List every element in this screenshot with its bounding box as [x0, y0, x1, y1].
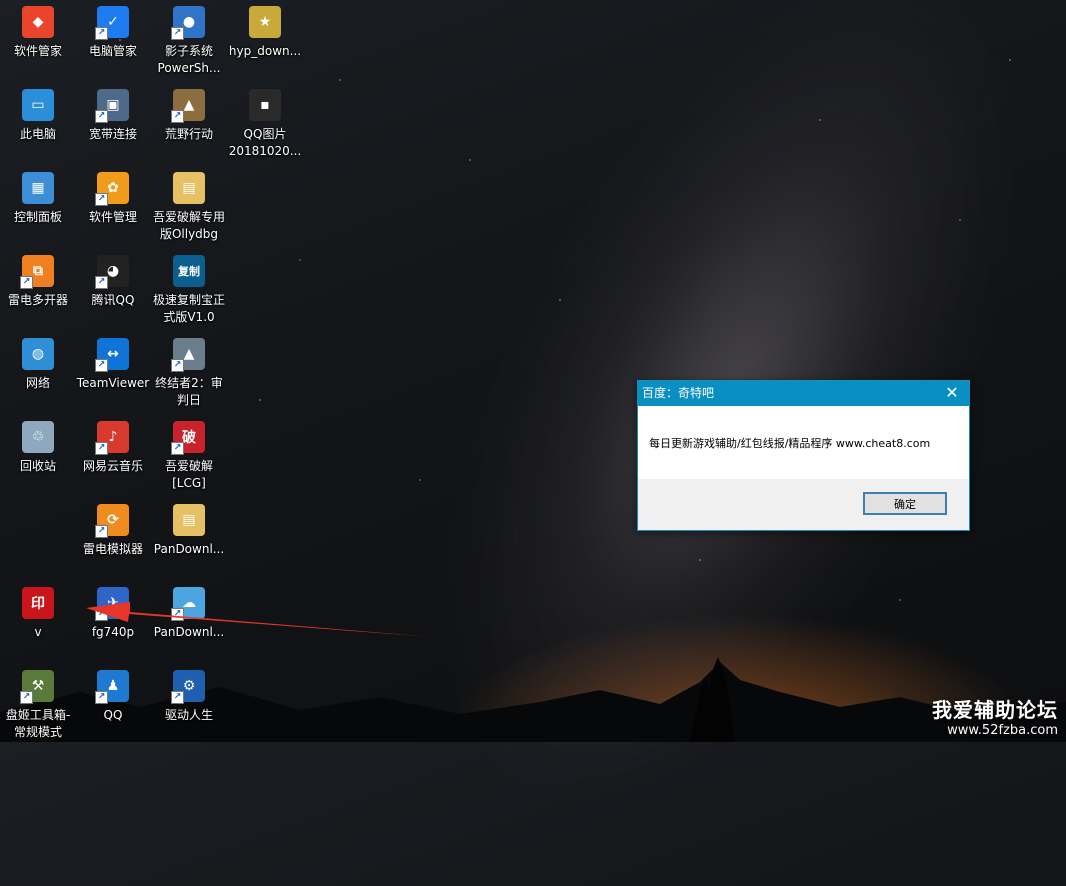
close-icon[interactable]: ✕: [935, 381, 969, 406]
dialog-titlebar[interactable]: 百度：奇特吧 ✕: [638, 381, 969, 406]
watermark-url: www.52fzba.com: [947, 723, 1058, 738]
dialog-title: 百度：奇特吧: [642, 386, 715, 400]
ok-button[interactable]: 确定: [863, 492, 947, 515]
red-arrow-annotation: [86, 602, 432, 637]
message-dialog: 百度：奇特吧 ✕ 每日更新游戏辅助/红包线报/精品程序 www.cheat8.c…: [637, 380, 970, 531]
watermark-title: 我爱辅助论坛: [932, 698, 1058, 722]
dialog-footer: 确定: [638, 479, 969, 530]
dialog-message: 每日更新游戏辅助/红包线报/精品程序 www.cheat8.com: [649, 437, 931, 450]
watermark: 我爱辅助论坛 www.52fzba.com: [932, 694, 1058, 738]
